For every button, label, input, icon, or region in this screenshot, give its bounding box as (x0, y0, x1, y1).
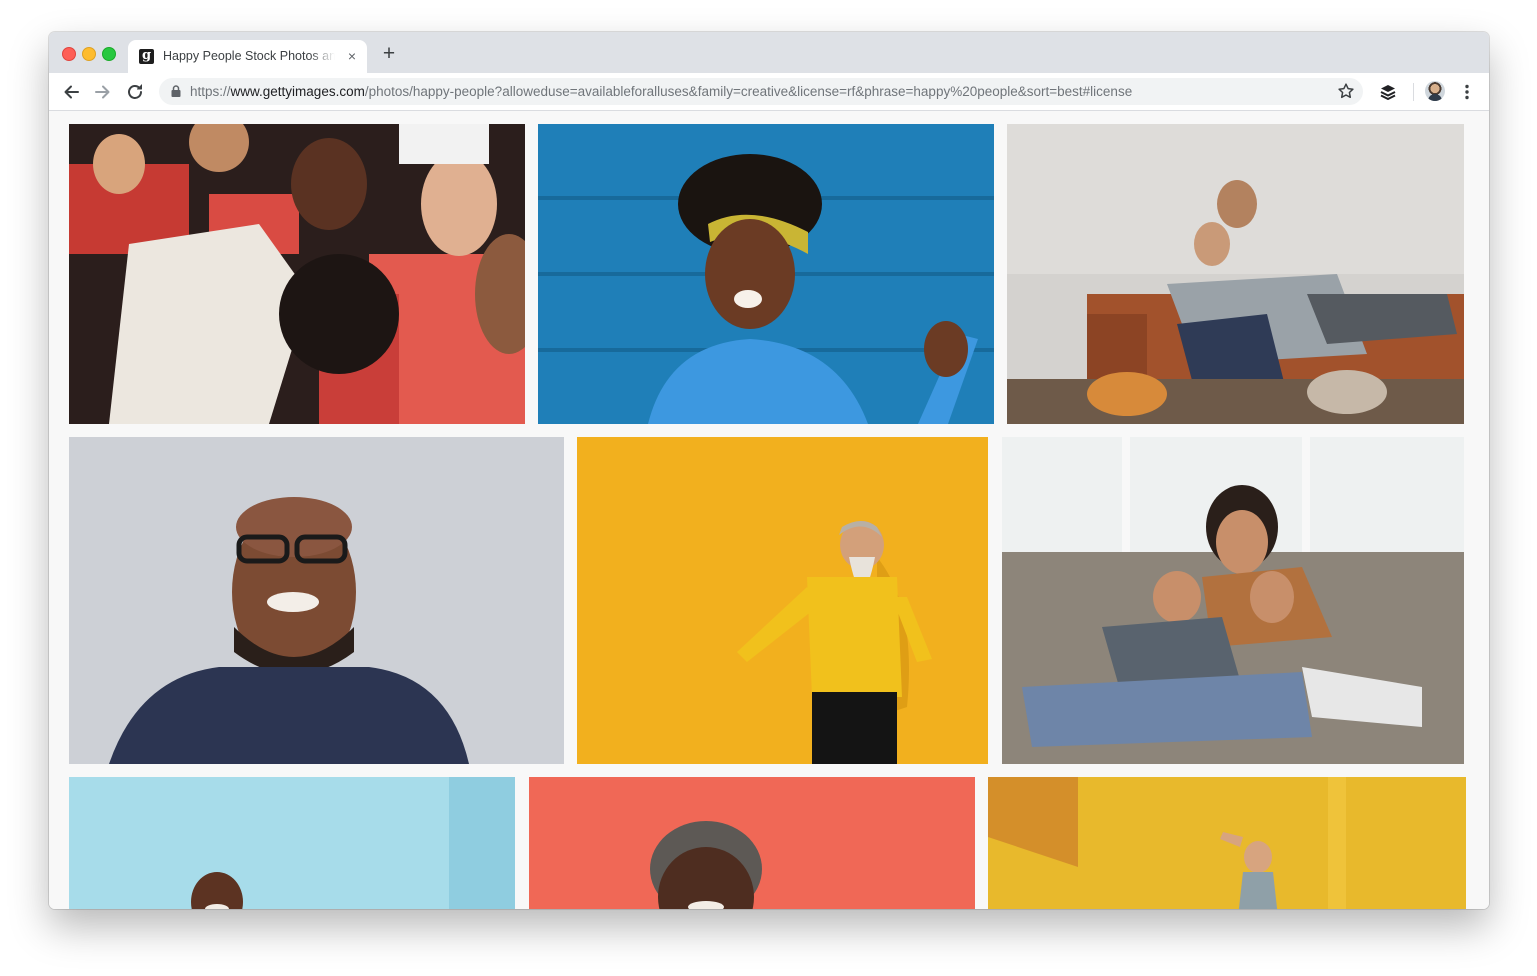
tab-title: Happy People Stock Photos and Pictures |… (163, 49, 335, 63)
image-gallery (49, 111, 1489, 909)
close-tab-icon[interactable]: × (344, 48, 360, 64)
minimize-window-button[interactable] (82, 47, 96, 61)
toolbar-separator (1413, 83, 1414, 101)
photo-mother-children-sofa[interactable] (1002, 437, 1464, 764)
photo-man-light-blue[interactable] (69, 777, 515, 909)
kebab-menu-icon[interactable] (1456, 81, 1478, 103)
photo-man-glasses-laughing[interactable] (69, 437, 564, 764)
address-bar[interactable]: https://www.gettyimages.com/photos/happy… (159, 78, 1363, 105)
lock-icon[interactable] (169, 84, 183, 98)
photo-old-man-yellow-dancing[interactable] (577, 437, 988, 764)
url-text[interactable]: https://www.gettyimages.com/photos/happy… (190, 83, 1330, 101)
profile-avatar[interactable] (1425, 81, 1445, 101)
reload-icon[interactable] (124, 81, 146, 103)
photo-woman-blue-wall[interactable] (538, 124, 994, 424)
back-arrow-icon[interactable] (60, 81, 82, 103)
bookmark-star-icon[interactable] (1337, 82, 1355, 100)
photo-girl-yellow-jumping[interactable] (988, 777, 1466, 909)
getty-favicon-icon: g (139, 49, 154, 64)
close-window-button[interactable] (62, 47, 76, 61)
photo-crowd-cheering[interactable] (69, 124, 525, 424)
browser-toolbar: https://www.gettyimages.com/photos/happy… (49, 73, 1489, 111)
browser-window: g Happy People Stock Photos and Pictures… (49, 32, 1489, 909)
url-host: www.gettyimages.com (230, 84, 365, 99)
fullscreen-window-button[interactable] (102, 47, 116, 61)
extension-layers-icon[interactable] (1377, 81, 1399, 103)
forward-arrow-icon[interactable] (92, 81, 114, 103)
tab-getty-happy-people[interactable]: g Happy People Stock Photos and Pictures… (128, 40, 367, 73)
new-tab-plus-icon[interactable]: + (379, 43, 399, 64)
url-path: /photos/happy-people?alloweduse=availabl… (364, 84, 1133, 99)
url-scheme: https:// (190, 84, 231, 99)
tab-strip: g Happy People Stock Photos and Pictures… (49, 32, 1489, 73)
photo-couple-on-sofa[interactable] (1007, 124, 1464, 424)
photo-woman-coral[interactable] (529, 777, 975, 909)
